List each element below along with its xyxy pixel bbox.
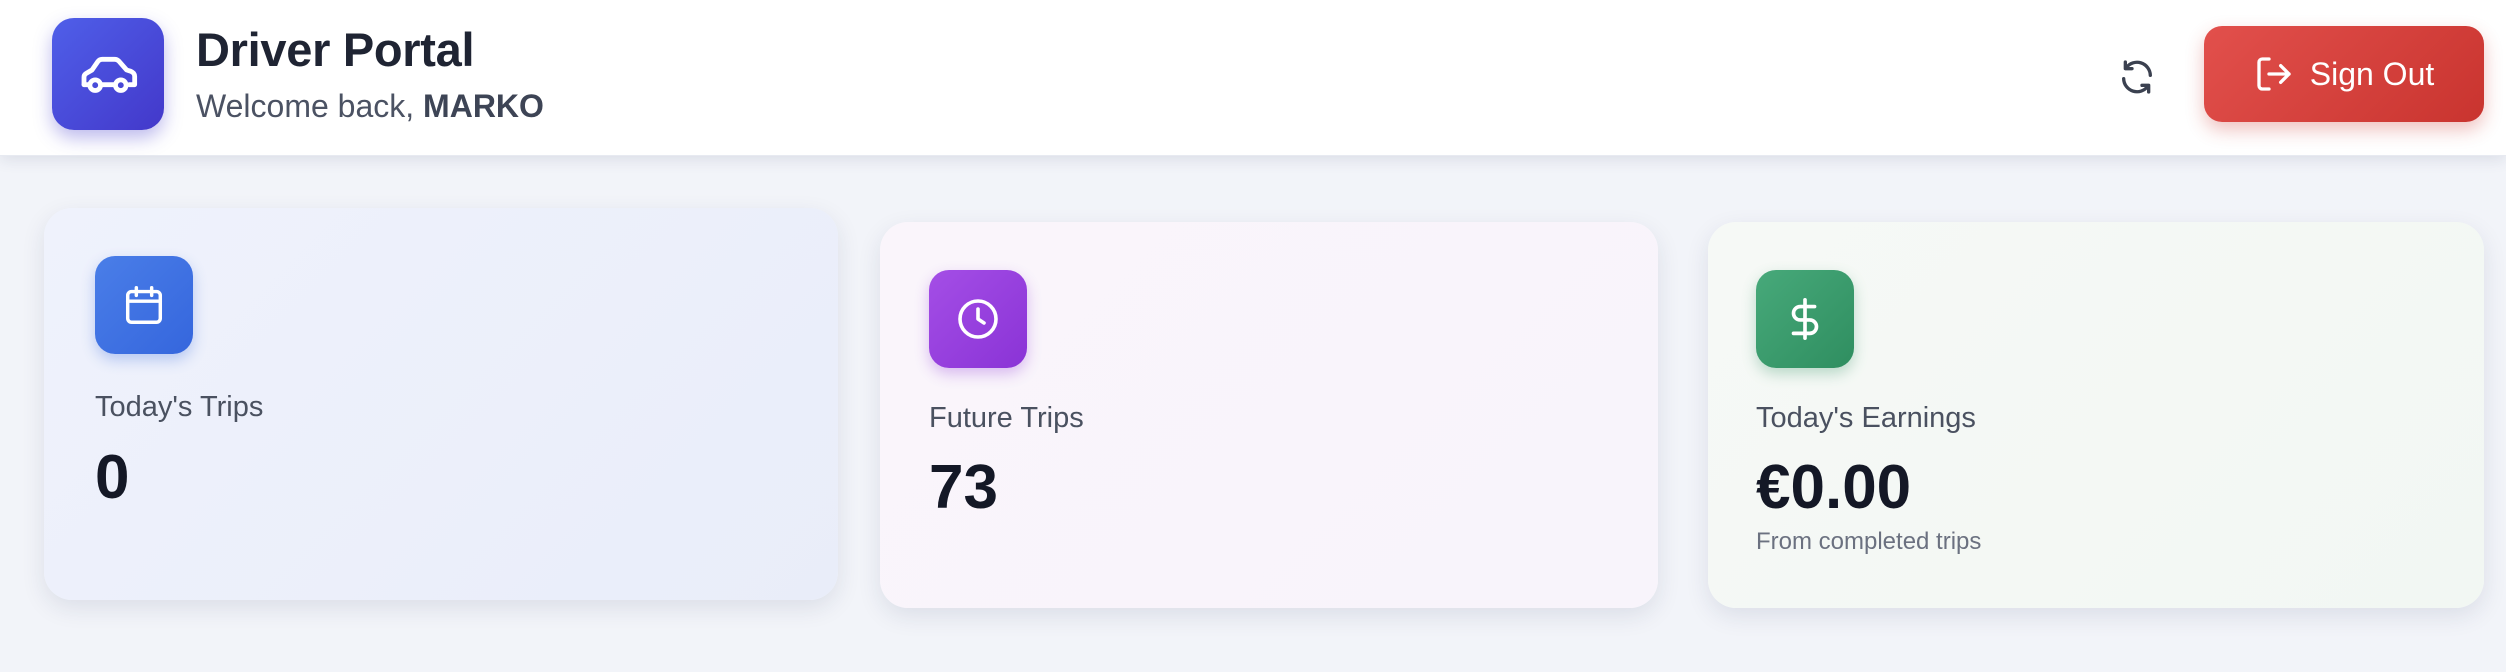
stat-card-future-trips: Future Trips 73 bbox=[880, 222, 1658, 608]
stat-value: 0 bbox=[95, 443, 130, 512]
clock-icon bbox=[929, 270, 1027, 368]
user-name: MARKO bbox=[423, 88, 544, 124]
stat-label: Future Trips bbox=[929, 402, 1084, 434]
stat-value: €0.00 bbox=[1756, 453, 1912, 522]
refresh-icon bbox=[2122, 60, 2152, 94]
stat-label: Today's Earnings bbox=[1756, 402, 1976, 434]
top-header: Driver Portal Welcome back, MARKO Sign O… bbox=[0, 0, 2506, 156]
sign-out-button[interactable]: Sign Out bbox=[2204, 26, 2484, 122]
welcome-prefix: Welcome back, bbox=[196, 88, 424, 124]
welcome-message: Welcome back, MARKO bbox=[196, 88, 544, 125]
stat-note: From completed trips bbox=[1756, 528, 1982, 555]
calendar-icon bbox=[95, 256, 193, 354]
sign-out-icon bbox=[2257, 57, 2291, 91]
refresh-button[interactable] bbox=[2110, 50, 2164, 104]
stat-label: Today's Trips bbox=[95, 391, 264, 423]
page-title: Driver Portal bbox=[196, 23, 475, 76]
stat-value: 73 bbox=[929, 453, 998, 522]
stat-card-todays-earnings: Today's Earnings €0.00 From completed tr… bbox=[1708, 222, 2484, 608]
stat-card-todays-trips: Today's Trips 0 bbox=[44, 208, 838, 600]
sign-out-label: Sign Out bbox=[2309, 55, 2435, 92]
dollar-icon bbox=[1756, 270, 1854, 368]
car-icon bbox=[52, 18, 164, 130]
